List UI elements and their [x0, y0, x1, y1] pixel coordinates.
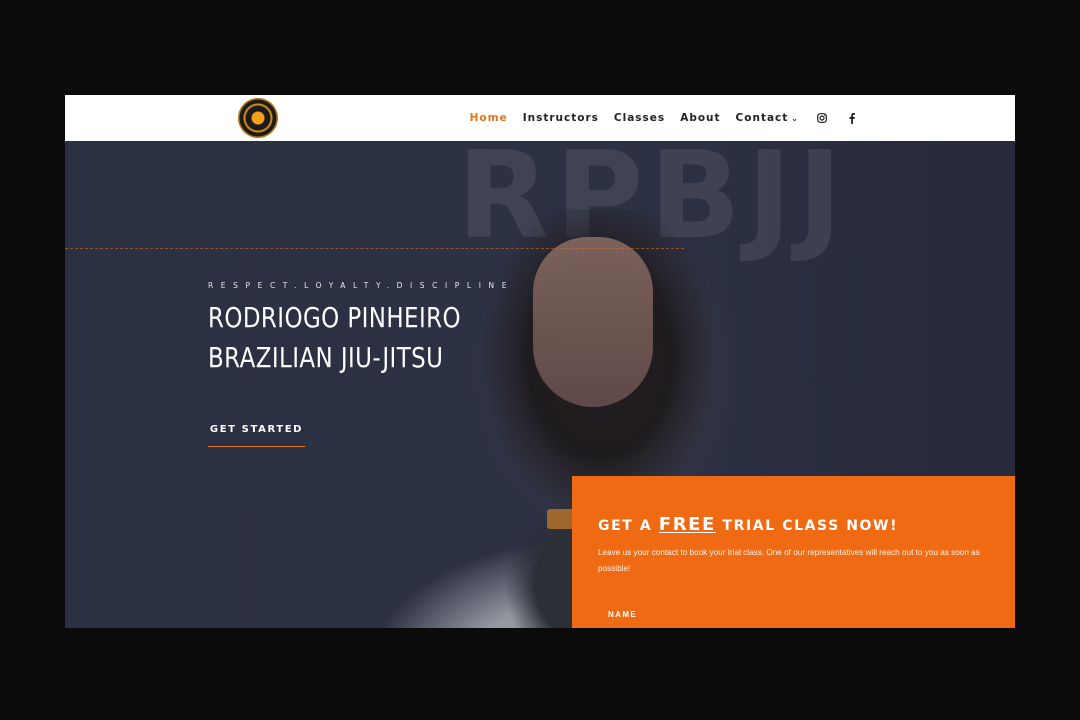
nav-instructors[interactable]: Instructors [523, 112, 599, 124]
name-field-label: NAME [608, 610, 638, 619]
nav-about[interactable]: About [680, 112, 720, 124]
main-nav: Home Instructors Classes About Contact ⌄ [455, 95, 859, 141]
chevron-down-icon: ⌄ [791, 113, 799, 123]
trial-description: Leave us your contact to book your trial… [598, 548, 980, 573]
nav-home[interactable]: Home [470, 112, 508, 124]
instagram-icon[interactable] [815, 111, 829, 125]
hero-portrait-face [533, 237, 653, 407]
trial-heading-pre: GET A [598, 518, 659, 534]
hero-divider [65, 248, 684, 249]
facebook-icon[interactable] [845, 111, 859, 125]
hero-section: RPBJJ RESPECT.LOYALTY.DISCIPLINE RODRIOG… [65, 127, 1015, 628]
trial-class-form: GET A FREE TRIAL CLASS NOW! Leave us you… [572, 476, 1015, 628]
hero-title: RODRIOGO PINHEIRO BRAZILIAN JIU-JITSU [208, 298, 461, 378]
hero-title-line-2: BRAZILIAN JIU-JITSU [208, 341, 444, 374]
hero-tagline: RESPECT.LOYALTY.DISCIPLINE [208, 281, 515, 290]
site-logo[interactable] [238, 98, 278, 138]
trial-heading: GET A FREE TRIAL CLASS NOW! [598, 514, 898, 535]
nav-contact-label: Contact [735, 112, 789, 124]
site-header: Home Instructors Classes About Contact ⌄ [65, 95, 1015, 141]
nav-classes[interactable]: Classes [614, 112, 665, 124]
website-frame: Home Instructors Classes About Contact ⌄ … [65, 95, 1015, 628]
get-started-button[interactable]: GET STARTED [208, 418, 305, 447]
trial-heading-free: FREE [658, 514, 716, 535]
trial-heading-post: TRIAL CLASS NOW! [715, 518, 899, 534]
hero-title-line-1: RODRIOGO PINHEIRO [208, 301, 461, 334]
nav-contact[interactable]: Contact ⌄ [736, 112, 799, 124]
